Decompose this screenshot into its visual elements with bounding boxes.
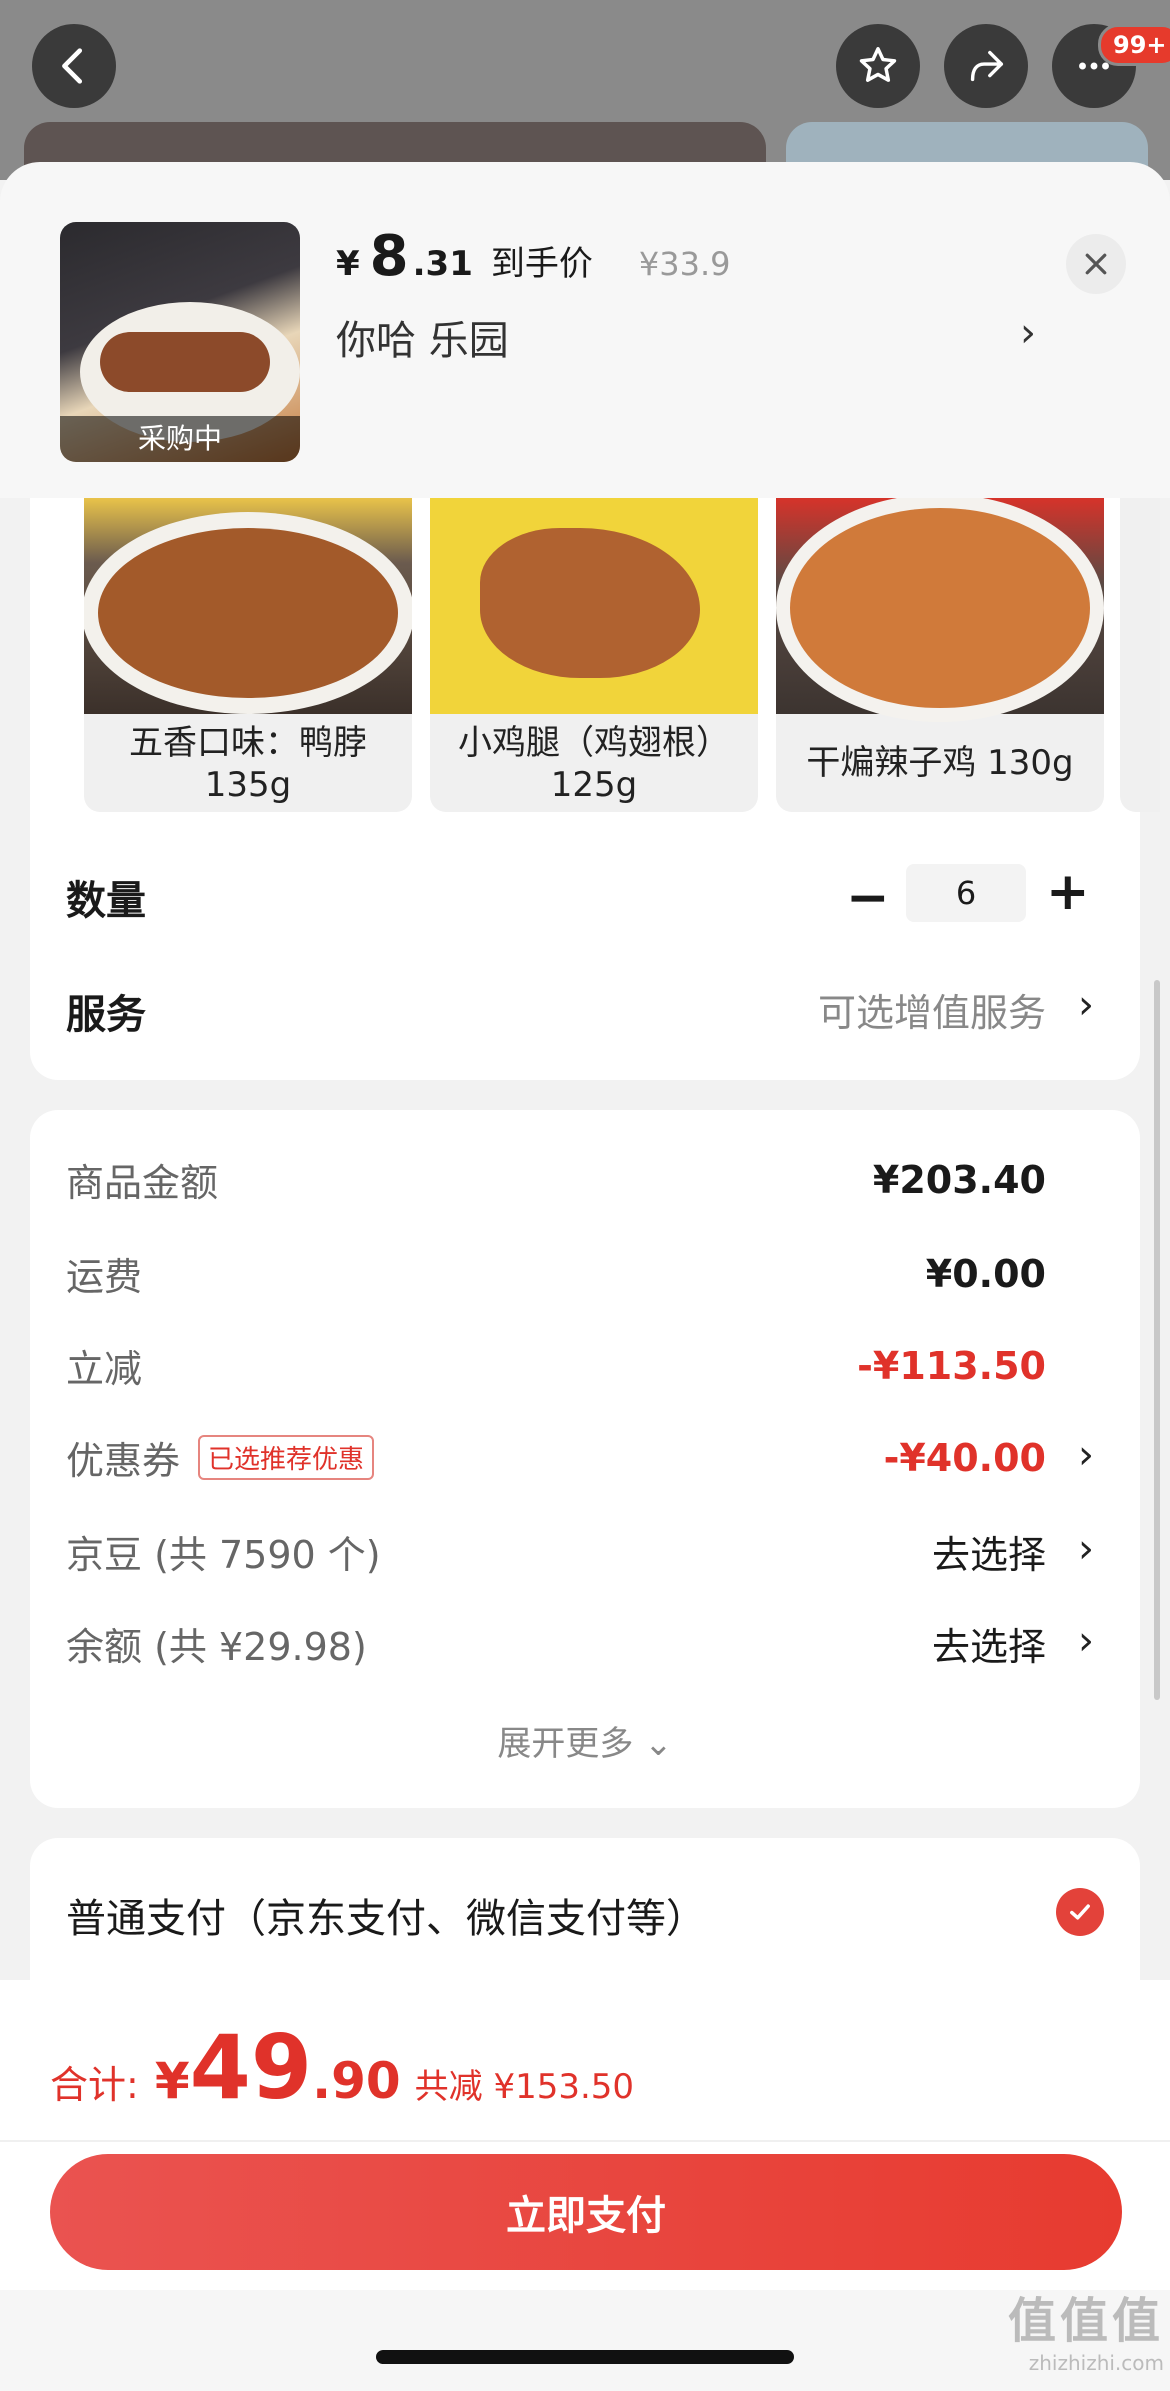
variant-image: [776, 498, 1104, 714]
total-saved: 共减 ¥153.50: [414, 2067, 635, 2107]
quantity-title: 数量: [66, 878, 146, 924]
payment-selected-check[interactable]: [1056, 1888, 1104, 1936]
price-line: ¥ 8 .31 到手价 ¥33.9: [336, 224, 730, 289]
total-symbol: ¥: [154, 2052, 190, 2110]
star-icon: [859, 47, 897, 82]
selected-spec[interactable]: 你哈 乐园: [336, 308, 509, 366]
quantity-input[interactable]: 6: [906, 864, 1026, 922]
total-integer: 49: [189, 2016, 313, 2119]
variant-label: 五香口味：鸭脖 135g: [129, 723, 367, 805]
total-label: 合计:: [50, 2063, 139, 2107]
divider: [0, 2140, 1170, 2142]
watermark-logo: 值值值: [1007, 2293, 1164, 2349]
price-integer: 8: [369, 224, 409, 289]
goods-amount-row: 商品金额 ¥203.40: [66, 1152, 1046, 1207]
share-button[interactable]: [944, 24, 1028, 108]
variant-label: 干煸辣子鸡 130g: [806, 743, 1074, 783]
shipping-row: 运费 ¥0.00: [66, 1246, 1046, 1301]
balance-label: 余额 (共 ¥29.98): [66, 1625, 367, 1669]
shipping-value: ¥0.00: [925, 1251, 1046, 1296]
beans-chevron-icon[interactable]: ›: [1078, 1526, 1094, 1572]
check-icon: [1070, 1904, 1090, 1920]
beans-label: 京豆 (共 7590 个): [66, 1533, 381, 1577]
watermark: 值值值 zhizhizhi.com: [1008, 2281, 1164, 2375]
coupon-row[interactable]: 优惠券 已选推荐优惠 -¥40.00: [66, 1430, 1046, 1485]
goods-amount-label: 商品金额: [66, 1161, 219, 1205]
close-button[interactable]: [1066, 234, 1126, 294]
back-icon: [62, 48, 83, 84]
coupon-tag: 已选推荐优惠: [198, 1435, 375, 1480]
price-note: 到手价: [490, 244, 593, 284]
variant-label: 小鸡腿（鸡翅根） 125g: [458, 723, 730, 805]
price-symbol: ¥: [336, 244, 360, 284]
balance-row[interactable]: 余额 (共 ¥29.98) 去选择: [66, 1616, 1046, 1671]
shipping-label: 运费: [66, 1255, 143, 1299]
quantity-plus-button[interactable]: +: [1046, 862, 1090, 922]
original-price: ¥33.9: [638, 245, 731, 283]
notification-badge: 99+: [1098, 24, 1170, 66]
home-indicator[interactable]: [376, 2350, 794, 2364]
goods-amount-value: ¥203.40: [872, 1157, 1046, 1202]
coupon-label: 优惠券: [66, 1439, 181, 1483]
total-decimal: .90: [312, 2052, 401, 2110]
product-thumbnail[interactable]: 采购中: [60, 222, 300, 462]
beans-row[interactable]: 京豆 (共 7590 个) 去选择: [66, 1524, 1046, 1579]
variant-image: [430, 498, 758, 714]
thumbnail-status-label: 采购中: [60, 416, 300, 462]
coupon-value[interactable]: -¥40.00: [884, 1436, 1046, 1480]
variant-option[interactable]: 干煸辣子鸡 130g: [776, 498, 1104, 812]
service-title: 服务: [66, 992, 146, 1038]
quantity-minus-button[interactable]: −: [846, 868, 890, 928]
pay-now-button[interactable]: 立即支付: [50, 2154, 1122, 2270]
share-icon: [970, 50, 1004, 82]
product-header: 采购中 ¥ 8 .31 到手价 ¥33.9 你哈 乐园 ›: [0, 162, 1170, 498]
expand-more-link[interactable]: 展开更多 ⌄: [0, 1716, 1170, 1765]
coupon-chevron-icon[interactable]: ›: [1078, 1432, 1094, 1478]
quantity-row: 数量: [66, 868, 146, 926]
variant-option[interactable]: 五香口味：鸭脖 135g: [84, 498, 412, 812]
total-line: 合计: ¥ 49 .90 共减 ¥153.50: [50, 2016, 634, 2119]
variant-option[interactable]: 小鸡腿（鸡翅根） 125g: [430, 498, 758, 812]
spec-chevron-icon[interactable]: ›: [1020, 310, 1036, 356]
balance-chevron-icon[interactable]: ›: [1078, 1618, 1094, 1664]
variant-option-partial[interactable]: [1120, 498, 1160, 812]
discount-label: 立减: [66, 1347, 143, 1391]
service-value[interactable]: 可选增值服务: [818, 982, 1046, 1037]
service-row[interactable]: 服务: [66, 982, 146, 1040]
close-icon: [1085, 253, 1107, 275]
bottom-safe-area: [0, 2290, 1170, 2391]
service-chevron-icon[interactable]: ›: [1078, 982, 1094, 1028]
discount-value: -¥113.50: [857, 1343, 1046, 1388]
price-decimal: .31: [412, 244, 473, 284]
scrollbar[interactable]: [1154, 980, 1160, 1700]
variant-image: [84, 498, 412, 714]
back-button[interactable]: [32, 24, 116, 108]
balance-value[interactable]: 去选择: [932, 1616, 1046, 1671]
watermark-url: zhizhizhi.com: [1028, 2351, 1164, 2375]
discount-row: 立减 -¥113.50: [66, 1338, 1046, 1393]
coupon-label-group: 优惠券 已选推荐优惠: [66, 1430, 375, 1485]
beans-value[interactable]: 去选择: [932, 1524, 1046, 1579]
payment-method-label[interactable]: 普通支付（京东支付、微信支付等）: [66, 1886, 706, 1944]
favorite-button[interactable]: [836, 24, 920, 108]
